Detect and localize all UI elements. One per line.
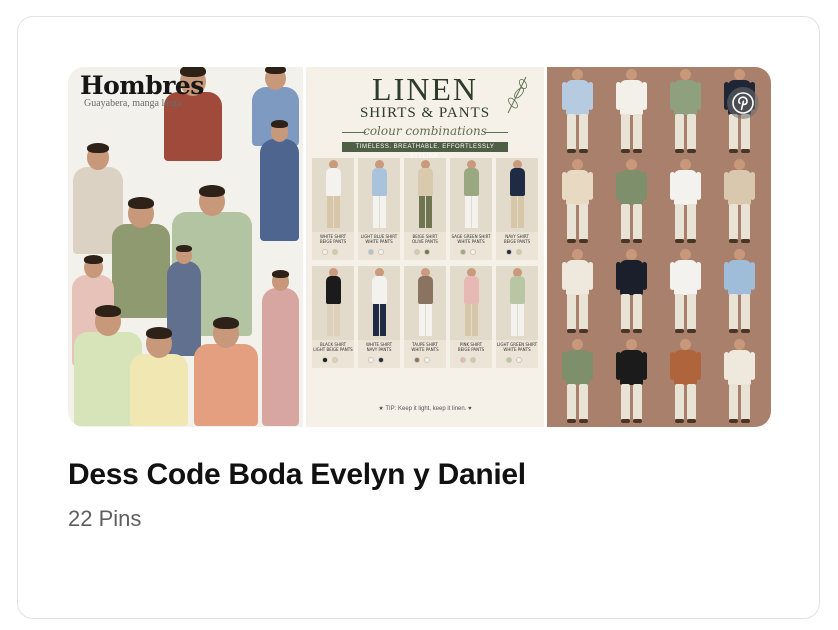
color-swatch <box>332 357 338 363</box>
outfit-tile-label: BLACK SHIRT LIGHT BEIGE PANTS <box>313 342 353 352</box>
outfit-look <box>713 157 767 247</box>
outfit-look <box>659 247 713 337</box>
collage-heading: Hombres <box>80 71 204 100</box>
board-title[interactable]: Dess Code Boda Evelyn y Daniel <box>68 458 526 492</box>
outfit-look <box>659 157 713 247</box>
board-cover-collage[interactable]: Hombres Guayabera, manga larga LINEN SHI… <box>68 67 771 427</box>
pin-count: 22 Pins <box>68 506 142 531</box>
color-swatch <box>516 357 522 363</box>
color-swatch <box>470 249 476 255</box>
color-swatch <box>506 249 512 255</box>
color-swatch <box>516 249 522 255</box>
model-figure <box>256 120 303 242</box>
outfit-tile-label: LIGHT BLUE SHIRT WHITE PANTS <box>360 234 398 244</box>
color-swatch <box>322 357 328 363</box>
color-swatch <box>322 249 328 255</box>
color-swatch <box>506 357 512 363</box>
pinterest-logo-icon <box>727 87 759 119</box>
outfit-tile: WHITE SHIRT BEIGE PANTS <box>312 158 354 260</box>
outfit-look <box>551 247 605 337</box>
color-swatch <box>424 249 430 255</box>
outfit-tile: NAVY SHIRT BEIGE PANTS <box>496 158 538 260</box>
cover-image-middle[interactable]: LINEN SHIRTS & PANTS colour combinations… <box>306 67 544 427</box>
board-card[interactable]: Hombres Guayabera, manga larga LINEN SHI… <box>17 16 820 619</box>
color-swatch <box>470 357 476 363</box>
color-swatch <box>368 357 374 363</box>
outfit-tile: WHITE SHIRT NAVY PANTS <box>358 266 400 368</box>
outfit-tile: TAUPE SHIRT WHITE PANTS <box>404 266 446 368</box>
outfit-tile-label: PINK SHIRT BEIGE PANTS <box>457 342 485 352</box>
outfit-look <box>659 67 713 157</box>
outfit-tile-label: NAVY SHIRT BEIGE PANTS <box>503 234 531 244</box>
outfit-tile-label: BEIGE SHIRT OLIVE PANTS <box>412 234 438 244</box>
outfit-tile-label: WHITE SHIRT BEIGE PANTS <box>319 234 347 244</box>
outfit-tile-label: WHITE SHIRT NAVY PANTS <box>365 342 393 352</box>
outfit-look <box>605 67 659 157</box>
outfit-lookbook <box>551 67 767 427</box>
model-figure <box>124 327 194 427</box>
model-figure <box>188 317 264 427</box>
outfit-tile-label: LIGHT GREEN SHIRT WHITE PANTS <box>496 342 538 352</box>
outfit-look <box>659 337 713 427</box>
outfit-look <box>605 337 659 427</box>
color-swatch <box>414 357 420 363</box>
outfit-look <box>713 337 767 427</box>
color-swatch <box>424 357 430 363</box>
model-figure <box>258 270 303 427</box>
color-swatch <box>378 357 384 363</box>
outfit-look <box>713 247 767 337</box>
color-swatch <box>414 249 420 255</box>
collage-subheading: Guayabera, manga larga <box>84 98 182 109</box>
outfit-look <box>551 337 605 427</box>
cover-image-right[interactable] <box>547 67 771 427</box>
color-swatch <box>368 249 374 255</box>
outfit-combination-grid: WHITE SHIRT BEIGE PANTS LIGHT BLUE SHIRT WH… <box>312 158 538 368</box>
color-swatch <box>460 357 466 363</box>
color-swatch <box>332 249 338 255</box>
leaf-icon <box>507 76 528 114</box>
color-swatch <box>460 249 466 255</box>
outfit-tile: LIGHT GREEN SHIRT WHITE PANTS <box>496 266 538 368</box>
outfit-tile: BLACK SHIRT LIGHT BEIGE PANTS <box>312 266 354 368</box>
infographic-script: colour combinations <box>363 124 487 138</box>
infographic-banner: TIMELESS. BREATHABLE. EFFORTLESSLY STYLI… <box>342 142 508 160</box>
outfit-look <box>605 247 659 337</box>
infographic-tip: ★ TIP: Keep it light, keep it linen. ♥ <box>378 406 472 412</box>
outfit-tile-label: TAUPE SHIRT WHITE PANTS <box>411 342 439 352</box>
color-swatch <box>378 249 384 255</box>
outfit-look <box>551 157 605 247</box>
outfit-tile: BEIGE SHIRT OLIVE PANTS <box>404 158 446 260</box>
outfit-look <box>551 67 605 157</box>
outfit-tile: SAGE GREEN SHIRT WHITE PANTS <box>450 158 492 260</box>
divider-right <box>484 132 508 133</box>
outfit-tile: LIGHT BLUE SHIRT WHITE PANTS <box>358 158 400 260</box>
outfit-tile-label: SAGE GREEN SHIRT WHITE PANTS <box>451 234 491 244</box>
outfit-tile: PINK SHIRT BEIGE PANTS <box>450 266 492 368</box>
outfit-look <box>605 157 659 247</box>
heart-icon: ♥ <box>466 406 472 412</box>
cover-image-left[interactable]: Hombres Guayabera, manga larga <box>68 67 303 427</box>
